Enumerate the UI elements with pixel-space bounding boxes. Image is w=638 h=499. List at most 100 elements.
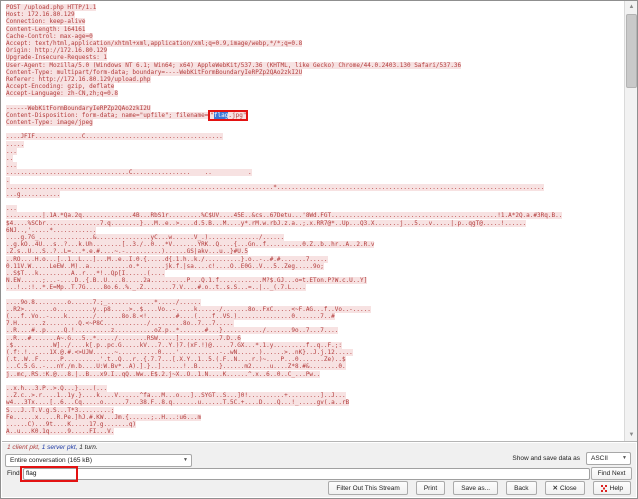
close-button[interactable]: ✕ Close xyxy=(544,481,585,495)
button-label: Back xyxy=(514,484,529,492)
stream-line: ....9o.8.........o......7.;_............… xyxy=(6,298,624,306)
stream-segment: ...g........... xyxy=(6,190,61,198)
stream-segment: ..g.kO..4U...s..?...k.Uh........[..3./..… xyxy=(6,241,375,249)
format-select[interactable]: ASCII ▼ xyxy=(586,452,631,465)
stream-segment: 6NJ..,'.....*............ xyxy=(6,226,97,234)
stream-line: ..RO....H.o...[..1..L...]...M..e..I.0.{.… xyxy=(6,255,624,263)
stream-text[interactable]: POST /upload.php HTTP/1.1 Host: 172.16.80… xyxy=(2,1,624,441)
stream-line: ........................................… xyxy=(6,183,624,191)
back-button[interactable]: Back xyxy=(506,481,537,495)
stream-line: Content-Type: multipart/form-data; bound… xyxy=(6,68,624,76)
stream-line: ... xyxy=(6,205,624,213)
stream-line xyxy=(6,378,624,385)
stream-segment: (...f..Vo..-....k......./.......8o.8.<!.… xyxy=(6,313,335,321)
button-label: Filter Out This Stream xyxy=(336,484,400,492)
stream-segment: .Z.s..U...S..?..L=...*.e.#....~.-.......… xyxy=(6,248,249,256)
stream-segment: ..x.h...3.P..>.Q...}....(... xyxy=(6,384,108,392)
stream-segment: 0.11V.W.....LeEW..M)..a...........o.*...… xyxy=(6,262,324,270)
stream-segment: ..........|.1A.*Qa.2q..............4B...… xyxy=(6,212,563,220)
stream-segment: ...C.5.G..-...nY./m.b....U:W.Bv*..A).].}… xyxy=(6,363,346,371)
stream-segment: POST /upload.php HTTP/1.1 xyxy=(6,4,97,11)
stream-line: 6NJ..,'.....*............ xyxy=(6,226,624,234)
stream-line: S...J..T.V.g.S...T*3.........; xyxy=(6,406,624,414)
stream-segment: ..R2>........o..........y..p8.....>..$..… xyxy=(6,305,371,313)
stream-segment: Content-Type: image/jpeg xyxy=(6,119,93,126)
stream-line: . xyxy=(6,176,624,184)
stream-segment: Referer: http://172.16.80.129/upload.php xyxy=(6,75,151,83)
stream-line: N.EW......;...-....D..{.B..U....8.....2a… xyxy=(6,277,624,285)
stream-segment: ..R...#.......A~.G...5..*...../........R… xyxy=(6,334,241,342)
stream-segment: Accept: text/html,application/xhtml+xml,… xyxy=(6,39,303,47)
button-label: Help xyxy=(609,484,623,492)
stream-segment: ........................................… xyxy=(6,183,545,191)
stream-segment: j..mc,.RS.:K.@...8.|..B...x9.I..qQ..Ww..… xyxy=(6,370,321,378)
scrollbar-thumb[interactable] xyxy=(626,14,637,88)
stream-segment: Upgrade-Insecure-Requests: 1 xyxy=(6,54,108,62)
stream-line xyxy=(6,126,624,133)
stream-line: Host: 172.16.80.129 xyxy=(6,11,624,19)
stream-segment: .jpg" xyxy=(228,111,247,119)
filename-annotation-box: "flag.jpg" xyxy=(210,111,247,119)
find-input[interactable]: flag xyxy=(23,468,590,480)
server-pkt-stat: 1 server pkt, xyxy=(41,444,80,451)
search-hit-text: flag xyxy=(213,111,229,119)
turns-stat: 1 turn. xyxy=(79,444,98,451)
stream-line: Accept-Encoding: gzip, deflate xyxy=(6,83,624,91)
stream-line: Cache-Control: max-age=0 xyxy=(6,32,624,40)
stream-segment: Content-Length: 164161 xyxy=(6,25,86,33)
close-icon: ✕ xyxy=(552,485,558,492)
stream-segment: A..u...K0.1q.....9.....FI...V. xyxy=(6,428,115,436)
stream-line: ..g.kO..4U...s..?...k.Uh........[..3./..… xyxy=(6,241,624,249)
stream-segment: Content-Type: multipart/form-data; bound… xyxy=(6,68,303,76)
stream-line: Content-Type: image/jpeg xyxy=(6,119,624,126)
show-save-label: Show and save data as xyxy=(512,455,580,462)
client-pkt-stat: 1 client pkt, xyxy=(7,444,42,451)
stream-line: ------WebKitFormBoundaryIeRPZp2QAo2zkI2U xyxy=(6,104,624,112)
stream-line: ..................................C.....… xyxy=(6,169,624,177)
vertical-scrollbar[interactable]: ▲ ▼ xyxy=(624,1,637,441)
stream-segment: Cache-Control: max-age=0 xyxy=(6,32,93,40)
stream-line: w4...3Tx....[..6...Cq.....o......7...38.… xyxy=(6,399,624,407)
stream-line: ....g.7G_...............&...............… xyxy=(6,234,624,241)
stream-line: ... xyxy=(6,162,624,170)
filter-out-stream-button[interactable]: Filter Out This Stream xyxy=(328,481,408,495)
stream-line: ......C)...9t....K.....17.g.......q) xyxy=(6,420,624,428)
stream-segment: ------WebKitFormBoundaryIeRPZp2QAo2zkI2U xyxy=(6,104,151,112)
action-button-row: Filter Out This Stream Print Save as... Bac… xyxy=(328,481,631,495)
stream-line xyxy=(6,198,624,205)
print-button[interactable]: Print xyxy=(415,481,446,495)
stream-segment: Connection: keep-alive xyxy=(6,18,86,26)
chevron-down-icon: ▼ xyxy=(622,455,627,461)
stream-segment: Content-Disposition: form-data; name="up… xyxy=(6,111,209,119)
stream-content-area: POST /upload.php HTTP/1.1 Host: 172.16.80… xyxy=(2,1,637,442)
stream-segment: ..Z.c..>.r....1..1y.}....k....V......^fa… xyxy=(6,392,346,400)
stream-segment: Origin: http://172.16.80.129 xyxy=(6,47,108,55)
save-as-button[interactable]: Save as... xyxy=(453,481,499,495)
stream-segment: ..R....#..p.....Q.!..........z..........… xyxy=(6,327,339,335)
stream-line: Accept: text/html,application/xhtml+xml,… xyxy=(6,39,624,47)
stream-line: ...C.5.G..-...nY./m.b....U:W.Bv*..A).].}… xyxy=(6,363,624,371)
stream-segment: S...J..T.V.g.S...T*3.........; xyxy=(6,406,115,414)
stream-line: $4....%SCbr...............7.q........}..… xyxy=(6,219,624,227)
stream-line: .Z.s..U...S..?..L=...*.e.#....~.-.......… xyxy=(6,248,624,256)
stream-segment: ....9o.8.........o......7.;_............… xyxy=(6,298,202,306)
stream-segment: Fe......x.....R.Pe.]hJ.#.KW...Jm.{......… xyxy=(6,413,202,421)
stream-line: (.f:.!......1X.@.#.<>UJW......~.........… xyxy=(6,349,624,356)
stream-stats: 1 client pkt, 1 server pkt, 1 turn. xyxy=(7,444,98,451)
scroll-up-icon[interactable]: ▲ xyxy=(626,2,637,13)
conversation-select[interactable]: Entire conversation (165 kB) ▼ xyxy=(5,454,192,467)
stream-segment: ...!..:!..*.E=Mp..T.7G.....8o.6..%._.Z..… xyxy=(6,284,306,292)
stream-line: ..Z.c..>.r....1..1y.}....k....V......^fa… xyxy=(6,392,624,400)
stream-line xyxy=(6,97,624,104)
help-icon xyxy=(600,484,608,492)
help-button[interactable]: Help xyxy=(592,481,631,495)
stream-segment: ..S$T...k.........A..r...*!..Qp[I......(… xyxy=(6,269,165,277)
stream-line: ...!..:!..*.E=Mp..T.7G.....8o.6..%._.Z..… xyxy=(6,284,624,292)
scroll-down-icon[interactable]: ▼ xyxy=(626,430,637,441)
format-select-value: ASCII xyxy=(591,455,608,462)
find-next-button[interactable]: Find Next xyxy=(591,467,632,480)
stream-line: Upgrade-Insecure-Requests: 1 xyxy=(6,54,624,62)
follow-tcp-stream-dialog: POST /upload.php HTTP/1.1 Host: 172.16.80… xyxy=(0,0,638,499)
stream-line: .$...........W]../....k[.p..pc.G.....kV.… xyxy=(6,341,624,349)
button-label: Save as... xyxy=(461,484,491,492)
